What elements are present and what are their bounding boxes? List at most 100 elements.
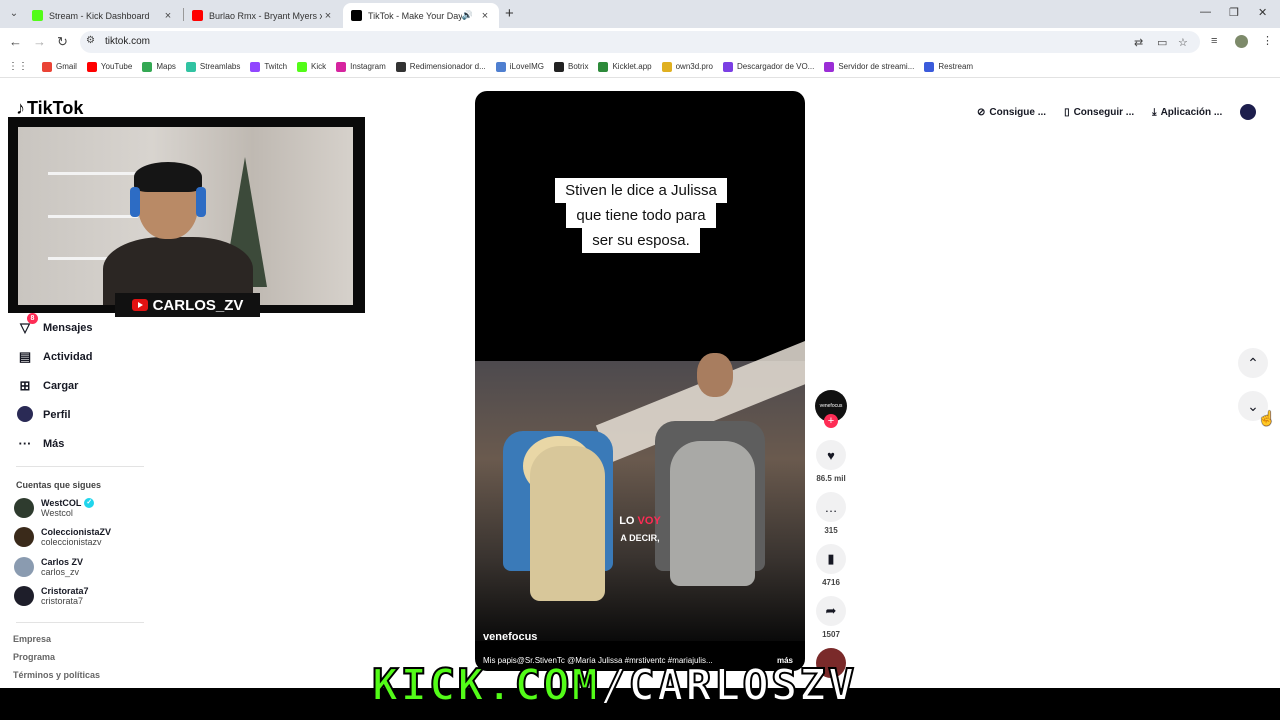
footer-link-empresa[interactable]: Empresa (13, 634, 51, 644)
apps-grid-icon[interactable]: ⋮⋮ (8, 61, 28, 72)
new-tab-icon[interactable]: + (505, 5, 514, 22)
tab-tiktok[interactable]: TikTok - Make Your Day 🔊 × (343, 3, 499, 28)
send-icon: ▽ 8 (16, 313, 38, 337)
bookmark-favicon-icon (824, 61, 835, 72)
bookmark-item[interactable]: own3d.pro (661, 61, 713, 72)
forward-icon[interactable]: → (33, 34, 46, 49)
get-app-button[interactable]: ▯ Conseguir ... (1064, 99, 1134, 125)
bookmark-item[interactable]: Instagram (336, 61, 386, 72)
share-icon: ➦ (816, 596, 846, 626)
following-account-carlos-zv[interactable]: Carlos ZV carlos_zv (14, 557, 83, 577)
site-info-icon[interactable]: ⚙ (86, 35, 95, 46)
translate-icon[interactable]: ⇄ (1134, 36, 1143, 49)
bookmark-item[interactable]: Twitch (250, 61, 287, 72)
bookmark-item[interactable]: Botrix (554, 61, 588, 72)
get-coins-button[interactable]: ⊘ Consigue ... (977, 99, 1046, 125)
bookmark-item[interactable]: Kicklet.app (598, 61, 652, 72)
bookmark-star-icon[interactable]: ☆ (1178, 36, 1188, 49)
avatar (14, 586, 34, 606)
restore-icon[interactable]: ❐ (1229, 6, 1239, 19)
verified-icon: ✓ (84, 498, 95, 508)
close-tab-icon[interactable]: × (479, 10, 491, 22)
streamer-hair (134, 162, 202, 192)
bookmark-item[interactable]: Kick (297, 61, 326, 72)
bookmark-item[interactable]: Gmail (42, 61, 77, 72)
speaker-icon[interactable]: 🔊 (462, 10, 473, 21)
nav-item-cargar[interactable]: ⊞ Cargar (16, 376, 156, 396)
bookmark-item[interactable]: iLoveIMG (495, 61, 544, 72)
youtube-icon (131, 299, 148, 311)
share-count: 1507 (822, 630, 840, 639)
video-subtitle: LO VOY (619, 515, 661, 527)
bookmark-item[interactable]: Redimensionador d... (395, 61, 486, 72)
close-window-icon[interactable]: ✕ (1258, 6, 1267, 19)
following-account-westcol[interactable]: WestCOL ✓ Westcol (14, 498, 95, 518)
mouse-cursor-icon: ☝ (1258, 410, 1276, 426)
headset-icon (130, 187, 140, 217)
streamer-name-tag: CARLOS_ZV (115, 293, 260, 317)
tiktok-note-icon: ♪ (16, 98, 25, 118)
header-actions: ⊘ Consigue ... ▯ Conseguir ... ⤓ Aplicac… (977, 99, 1257, 125)
profile-avatar (16, 406, 34, 424)
like-count: 86.5 mil (816, 474, 846, 483)
nav-item-mensajes[interactable]: ▽ 8 Mensajes (16, 313, 156, 338)
reload-icon[interactable]: ↻ (57, 34, 68, 50)
back-icon[interactable]: ← (9, 34, 22, 49)
person-head (697, 353, 733, 397)
bookmark-item[interactable]: Streamlabs (185, 61, 240, 72)
minimize-icon[interactable]: — (1200, 6, 1211, 18)
bookmark-favicon-icon (336, 61, 347, 72)
person (670, 441, 755, 586)
following-account-cristorata7[interactable]: Cristorata7 cristorata7 (14, 586, 89, 606)
nav-item-mas[interactable]: ··· Más (16, 434, 156, 454)
phone-icon: ▯ (1064, 106, 1070, 118)
browser-menu-icon[interactable]: ⋮ (1262, 34, 1273, 47)
streamer-webcam-overlay (8, 117, 365, 313)
close-tab-icon[interactable]: × (162, 10, 174, 22)
like-button[interactable]: ♥ 86.5 mil (815, 440, 847, 483)
address-bar[interactable]: ⚙ tiktok.com ⇄ ▭ ☆ (80, 31, 1200, 53)
bookmark-item[interactable]: Descargador de VO... (722, 61, 814, 72)
video-author[interactable]: venefocus (483, 631, 537, 643)
browser-tab-bar: ⌄ Stream - Kick Dashboard × Burlao Rmx -… (0, 0, 1280, 28)
activity-icon: ▤ (18, 349, 32, 364)
comment-button[interactable]: … 315 (815, 492, 847, 535)
tab-kick-dashboard[interactable]: Stream - Kick Dashboard × (24, 3, 182, 28)
author-avatar-button[interactable]: venefocus + (815, 390, 847, 428)
chevron-up-icon: ⌃ (1247, 354, 1259, 371)
bookmark-favicon-icon (924, 61, 935, 72)
tab-search-icon[interactable]: ⌄ (6, 6, 22, 22)
nav-item-actividad[interactable]: ▤ Actividad (16, 347, 156, 367)
download-app-button[interactable]: ⤓ Aplicación ... (1152, 99, 1222, 125)
tiktok-logo[interactable]: ♪ TikTok (16, 98, 83, 119)
previous-video-button[interactable]: ⌃ (1238, 348, 1268, 378)
coin-icon: ⊘ (977, 106, 986, 118)
more-icon: ··· (18, 436, 32, 451)
bookmark-item[interactable]: Restream (924, 61, 973, 72)
upload-icon: ⊞ (19, 378, 31, 393)
follow-plus-icon[interactable]: + (824, 414, 838, 428)
close-tab-icon[interactable]: × (322, 10, 334, 22)
save-count: 4716 (822, 578, 840, 587)
nav-item-perfil[interactable]: Perfil (16, 405, 156, 425)
bookmark-favicon-icon (42, 61, 52, 72)
media-control-icon[interactable]: ≡ (1211, 35, 1217, 47)
save-button[interactable]: ▮ 4716 (815, 544, 847, 587)
bookmark-item[interactable]: Maps (142, 61, 176, 72)
following-account-coleccionistazv[interactable]: ColeccionistaZV coleccionistazv (14, 527, 111, 547)
download-icon: ⤓ (1152, 106, 1157, 118)
bookmark-item[interactable]: YouTube (86, 61, 132, 72)
video-subtitle-line2: A DECIR, (620, 533, 660, 543)
video-player[interactable]: Stiven le dice a Julissa que tiene todo … (475, 91, 805, 671)
bookmark-item[interactable]: Servidor de streami... (824, 61, 914, 72)
tiktok-favicon-icon (351, 10, 362, 21)
footer-link-programa[interactable]: Programa (13, 652, 55, 662)
footer-link-terminos[interactable]: Términos y políticas (13, 670, 100, 680)
tab-youtube-burlao[interactable]: Burlao Rmx - Bryant Myers x An × (184, 3, 342, 28)
user-avatar[interactable] (1240, 104, 1257, 120)
share-button[interactable]: ➦ 1507 (815, 596, 847, 639)
profile-avatar[interactable] (1235, 35, 1248, 48)
youtube-favicon-icon (192, 10, 203, 21)
heart-icon: ♥ (816, 440, 846, 470)
install-app-icon[interactable]: ▭ (1157, 36, 1167, 49)
